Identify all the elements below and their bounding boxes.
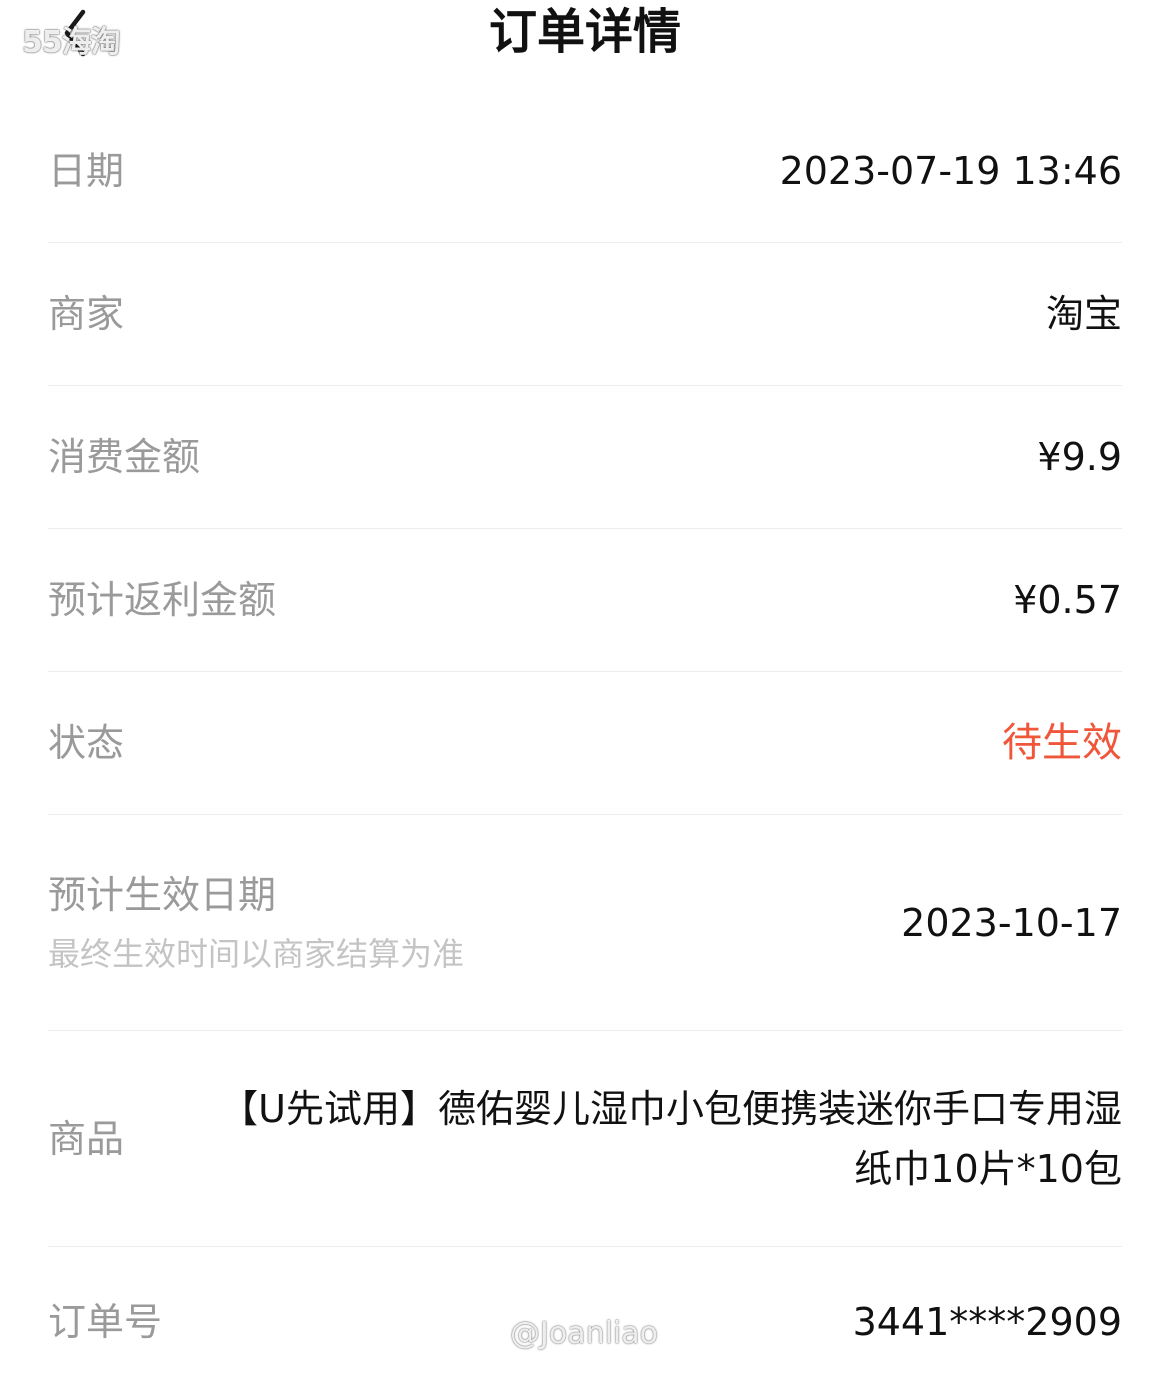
- date-label: 日期: [48, 149, 125, 193]
- row-goods: 商品 【U先试用】德佑婴儿湿巾小包便携装迷你手口专用湿纸巾10片*10包: [48, 1031, 1122, 1247]
- date-value: 2023-07-19 13:46: [779, 149, 1122, 193]
- row-date: 日期 2023-07-19 13:46: [48, 100, 1122, 243]
- order-detail-list: 日期 2023-07-19 13:46 商家 淘宝 消费金额 ¥9.9 预计返利…: [48, 100, 1122, 1397]
- merchant-value: 淘宝: [1045, 292, 1122, 336]
- effective-date-label: 预计生效日期: [48, 872, 277, 917]
- row-merchant: 商家 淘宝: [48, 243, 1122, 386]
- order-no-label: 订单号: [48, 1300, 163, 1344]
- page-title: 订单详情: [488, 4, 681, 60]
- rebate-value: ¥0.57: [1013, 578, 1122, 622]
- order-no-value: 3441****2909: [852, 1300, 1122, 1344]
- effective-date-label-group: 预计生效日期 最终生效时间以商家结算为准: [48, 870, 464, 976]
- effective-date-value: 2023-10-17: [901, 900, 1122, 945]
- amount-label: 消费金额: [48, 435, 201, 479]
- row-rebate: 预计返利金额 ¥0.57: [48, 529, 1122, 672]
- amount-value: ¥9.9: [1037, 435, 1122, 479]
- goods-name: 【U先试用】德佑婴儿湿巾小包便携装迷你手口专用湿纸巾10片*10包: [220, 1086, 1122, 1191]
- row-effective-date: 预计生效日期 最终生效时间以商家结算为准 2023-10-17: [48, 815, 1122, 1031]
- credit-watermark: @Joanliao: [510, 1316, 659, 1351]
- goods-label: 商品: [48, 1116, 125, 1161]
- top-bar: 55海淘 订单详情: [0, 0, 1170, 72]
- effective-date-note: 最终生效时间以商家结算为准: [48, 934, 465, 973]
- status-label: 状态: [48, 721, 125, 765]
- status-badge: 待生效: [1002, 720, 1122, 766]
- merchant-label: 商家: [48, 292, 125, 336]
- row-status: 状态 待生效: [48, 672, 1122, 815]
- row-amount: 消费金额 ¥9.9: [48, 386, 1122, 529]
- rebate-label: 预计返利金额: [48, 578, 277, 622]
